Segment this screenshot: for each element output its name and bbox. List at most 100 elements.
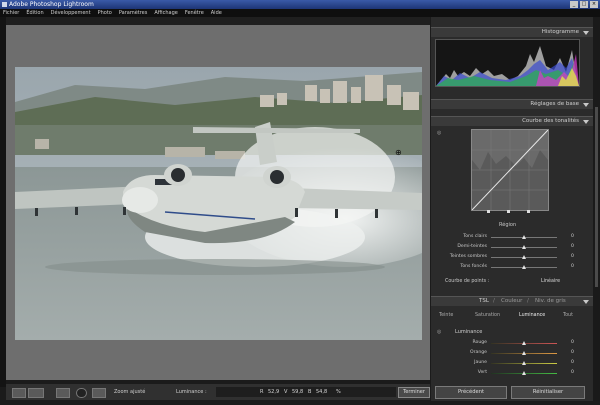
readout-v-value: 59,8 <box>292 389 304 395</box>
menu-file[interactable]: Fichier <box>0 9 23 17</box>
slider-value[interactable]: 0 <box>571 233 574 241</box>
slider-row: Orange 0 <box>431 349 593 357</box>
basic-header[interactable]: Réglages de base <box>431 99 593 109</box>
point-curve-label: Courbe de points : <box>445 279 490 284</box>
split-handle[interactable] <box>507 210 510 213</box>
reset-button[interactable]: Réinitialiser <box>511 386 585 399</box>
histogram-chart <box>435 39 580 87</box>
menu-help[interactable]: Aide <box>208 9 226 17</box>
curve-split-handles[interactable] <box>471 209 547 214</box>
rgb-readout: R 52,9 V 59,8 B 54,8 % <box>216 387 396 397</box>
menu-photo[interactable]: Photo <box>95 9 116 17</box>
tone-curve-header[interactable]: Courbe des tonalités <box>431 116 593 126</box>
readout-r-value: 52,9 <box>268 389 280 395</box>
hsl-subtabs: Teinte Saturation Luminance Tout <box>431 313 593 321</box>
slider-value[interactable]: 0 <box>571 369 574 377</box>
collapse-triangle-icon[interactable] <box>583 300 589 304</box>
readout-b-label: B <box>308 389 312 395</box>
collapse-triangle-icon[interactable] <box>583 31 589 35</box>
maximize-button[interactable]: □ <box>580 1 588 8</box>
tab-separator: / <box>527 298 529 304</box>
photo-image <box>15 67 422 340</box>
previous-button[interactable]: Précédent <box>435 386 507 399</box>
slider-thumb[interactable] <box>522 351 526 355</box>
collapse-triangle-icon[interactable] <box>583 120 589 124</box>
slider-thumb[interactable] <box>522 245 526 249</box>
zoom-label[interactable]: Zoom ajusté <box>114 389 145 395</box>
slider-value[interactable]: 0 <box>571 339 574 347</box>
right-panel: Histogramme Réglages de base Courbe des … <box>431 17 593 401</box>
crop-tool-icon[interactable] <box>56 388 70 398</box>
menu-settings[interactable]: Paramètres <box>116 9 152 17</box>
subtab-all[interactable]: Tout <box>563 313 573 318</box>
slider-label: Rouge <box>472 340 487 345</box>
scroll-thumb[interactable] <box>595 107 598 287</box>
slider-row: Tons clairs 0 <box>431 233 593 241</box>
slider-value[interactable]: 0 <box>571 349 574 357</box>
slider-value[interactable]: 0 <box>571 253 574 261</box>
slider-row: Jaune 0 <box>431 359 593 367</box>
slider-thumb[interactable] <box>522 341 526 345</box>
slider-value[interactable]: 0 <box>571 263 574 271</box>
slider-label: Tons foncés <box>460 264 487 269</box>
luminance-label: Luminance : <box>176 389 207 395</box>
split-handle[interactable] <box>527 210 530 213</box>
top-panel-gutter[interactable] <box>6 17 430 25</box>
slider-row: Vert 0 <box>431 369 593 377</box>
slider-label: Tons clairs <box>463 234 487 239</box>
tone-curve-graph[interactable] <box>471 129 549 211</box>
menu-view[interactable]: Affichage <box>151 9 182 17</box>
slider-thumb[interactable] <box>522 361 526 365</box>
slider-label: Jaune <box>474 360 487 365</box>
basic-title: Réglages de base <box>530 101 579 107</box>
right-panel-scrollbar[interactable] <box>593 17 600 401</box>
minimize-button[interactable]: _ <box>570 1 578 8</box>
spot-removal-icon[interactable] <box>76 388 87 398</box>
slider-row: Rouge 0 <box>431 339 593 347</box>
tab-hsl[interactable]: TSL <box>479 297 489 306</box>
slider-label: Orange <box>470 350 487 355</box>
slider-row: Tons foncés 0 <box>431 263 593 271</box>
slider-row: Teintes sombres 0 <box>431 253 593 261</box>
window-title: Adobe Photoshop Lightroom <box>9 1 94 8</box>
bottom-toolbar: Zoom ajusté Luminance : R 52,9 V 59,8 B … <box>6 384 430 400</box>
tone-curve-title: Courbe des tonalités <box>522 118 579 124</box>
slider-label: Teintes sombres <box>449 254 487 259</box>
red-eye-icon[interactable] <box>92 388 106 398</box>
collapse-triangle-icon[interactable] <box>583 103 589 107</box>
title-bar: Adobe Photoshop Lightroom _ □ × <box>0 0 600 9</box>
target-adjust-icon[interactable]: ◎ <box>437 130 441 136</box>
app-icon <box>2 2 7 7</box>
close-button[interactable]: × <box>590 1 598 8</box>
readout-v-label: V <box>284 389 288 395</box>
hsl-header[interactable]: TSL / Couleur / Niv. de gris <box>431 296 593 306</box>
split-handle[interactable] <box>487 210 490 213</box>
slider-row: Demi-teintes 0 <box>431 243 593 251</box>
tab-grayscale[interactable]: Niv. de gris <box>535 297 566 306</box>
menu-window[interactable]: Fenêtre <box>182 9 208 17</box>
tab-color[interactable]: Couleur <box>501 297 522 306</box>
slider-thumb[interactable] <box>522 371 526 375</box>
tab-separator: / <box>493 298 495 304</box>
subtab-hue[interactable]: Teinte <box>439 313 453 318</box>
hsl-section-label: Luminance <box>455 329 483 335</box>
slider-value[interactable]: 0 <box>571 243 574 251</box>
compare-view-icon[interactable] <box>28 388 44 398</box>
slider-label: Vert <box>477 370 487 375</box>
target-adjust-icon[interactable]: ◎ <box>437 329 441 335</box>
menu-develop[interactable]: Développement <box>48 9 95 17</box>
subtab-saturation[interactable]: Saturation <box>475 313 500 318</box>
loupe-view-icon[interactable] <box>12 388 26 398</box>
point-curve-select[interactable]: Linéaire <box>541 279 560 284</box>
menu-edit[interactable]: Édition <box>23 9 47 17</box>
slider-value[interactable]: 0 <box>571 359 574 367</box>
histogram-title: Histogramme <box>541 29 579 35</box>
slider-thumb[interactable] <box>522 235 526 239</box>
histogram-header[interactable]: Histogramme <box>431 27 593 37</box>
slider-thumb[interactable] <box>522 265 526 269</box>
done-button[interactable]: Terminer <box>398 387 430 398</box>
readout-percent: % <box>336 389 341 395</box>
subtab-luminance[interactable]: Luminance <box>519 313 545 318</box>
slider-thumb[interactable] <box>522 255 526 259</box>
readout-r-label: R <box>260 389 264 395</box>
